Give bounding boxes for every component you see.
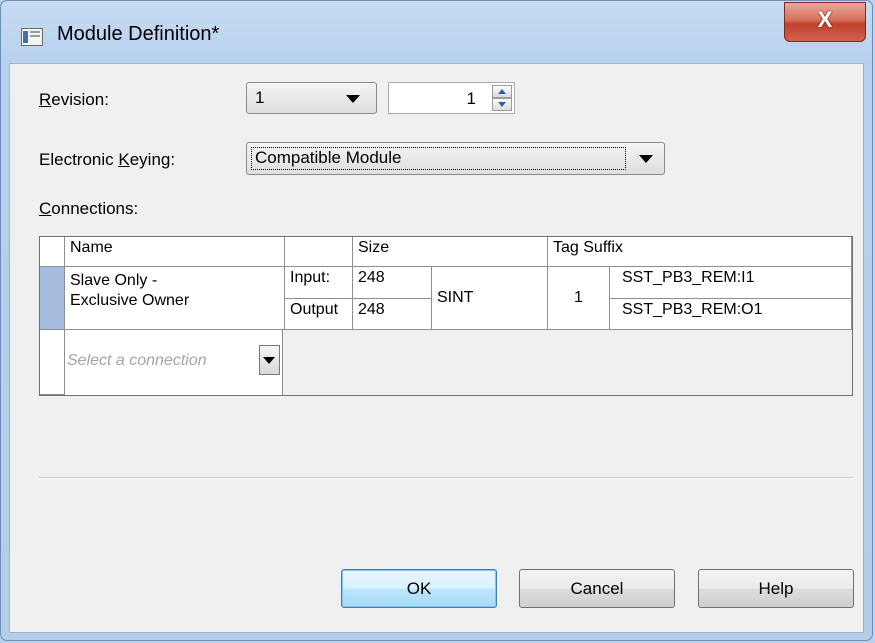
chevron-down-icon xyxy=(639,155,653,163)
spin-up-icon[interactable] xyxy=(492,85,512,98)
spin-down-icon[interactable] xyxy=(492,98,512,111)
count-cell[interactable]: 1 xyxy=(548,267,610,330)
revision-major-dropdown[interactable]: 1 xyxy=(246,82,377,114)
window-title: Module Definition* xyxy=(57,23,220,45)
connection-name-line1: Slave Only - xyxy=(70,272,158,289)
column-header-tag-suffix[interactable]: Tag Suffix xyxy=(548,237,852,267)
output-size-cell[interactable]: 248 xyxy=(353,299,432,330)
revision-minor-value: 1 xyxy=(466,89,476,108)
close-icon: X xyxy=(817,7,833,32)
input-size-cell[interactable]: 248 xyxy=(353,267,432,299)
grid-corner-cell xyxy=(40,237,65,267)
electronic-keying-value: Compatible Module xyxy=(255,148,402,167)
select-connection-placeholder: Select a connection xyxy=(67,352,207,369)
connections-label: Connections: xyxy=(39,199,139,218)
title-bar[interactable]: Module Definition* X xyxy=(1,1,872,63)
output-tag-cell: SST_PB3_REM:O1 xyxy=(610,299,852,330)
electronic-keying-label: Electronic Keying: xyxy=(39,150,176,169)
input-label-cell: Input: xyxy=(285,267,353,299)
connection-name-cell[interactable]: Slave Only - Exclusive Owner xyxy=(65,267,285,330)
help-button[interactable]: Help xyxy=(698,569,854,608)
input-tag-cell: SST_PB3_REM:I1 xyxy=(610,267,852,299)
connection-name-line2: Exclusive Owner xyxy=(70,292,190,309)
column-header-name[interactable]: Name xyxy=(65,237,285,267)
data-type-cell[interactable]: SINT xyxy=(432,267,548,330)
cancel-button[interactable]: Cancel xyxy=(519,569,675,608)
select-connection-dropdown[interactable]: Select a connection xyxy=(65,330,283,395)
close-button[interactable]: X xyxy=(784,2,866,42)
output-label-cell: Output xyxy=(285,299,353,330)
row-selector[interactable] xyxy=(40,267,65,330)
window-icon xyxy=(21,28,43,46)
ok-button[interactable]: OK xyxy=(341,569,497,608)
module-definition-dialog: Module Definition* X Revision: 1 1 Elect… xyxy=(0,0,873,641)
dialog-client-area: Revision: 1 1 Electronic Keying: Compati… xyxy=(9,63,864,633)
revision-minor-spinbox[interactable]: 1 xyxy=(388,82,515,114)
revision-major-value: 1 xyxy=(255,88,265,107)
connections-grid[interactable]: Name Size Tag Suffix Slave Only - Exclus… xyxy=(39,236,853,396)
chevron-down-icon[interactable] xyxy=(259,345,280,375)
column-header-blank xyxy=(285,237,353,267)
separator-line xyxy=(39,477,853,479)
column-header-size[interactable]: Size xyxy=(353,237,548,267)
revision-label: Revision: xyxy=(39,90,109,109)
new-row-selector[interactable] xyxy=(40,330,65,395)
electronic-keying-dropdown[interactable]: Compatible Module xyxy=(246,142,665,175)
chevron-down-icon xyxy=(346,95,360,103)
